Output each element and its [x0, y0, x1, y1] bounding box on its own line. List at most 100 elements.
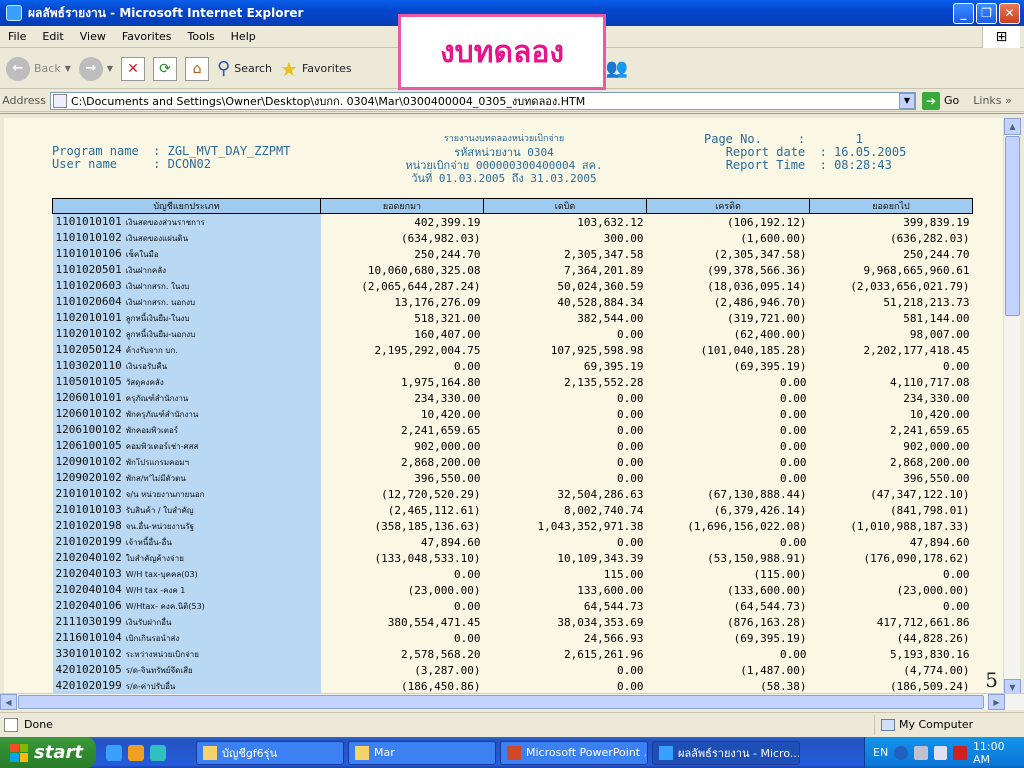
- opening-balance-cell: 396,550.00: [320, 470, 484, 486]
- account-cell: 1101020604 เงินฝากสรก. นอกงบ: [52, 294, 321, 310]
- ati-tray-icon[interactable]: [953, 745, 967, 760]
- debit-cell: 133,600.00: [483, 582, 647, 598]
- slide-number: 5: [985, 668, 998, 692]
- address-url[interactable]: C:\Documents and Settings\Owner\Desktop\…: [71, 92, 899, 110]
- debit-cell: 2,135,552.28: [483, 374, 647, 390]
- menu-favorites[interactable]: Favorites: [114, 30, 180, 43]
- home-icon: ⌂: [185, 56, 210, 81]
- closing-balance-cell: 250,244.70: [809, 246, 973, 262]
- refresh-button[interactable]: ⟳: [153, 56, 178, 81]
- ie-icon: [659, 745, 673, 760]
- credit-cell: (133,600.00): [646, 582, 810, 598]
- account-code: 2101020198: [55, 519, 122, 532]
- messenger-button[interactable]: 👥: [606, 58, 628, 79]
- page-value: : 1: [797, 132, 863, 146]
- account-code: 1102050124: [55, 343, 122, 356]
- monitor-tray-icon[interactable]: [933, 745, 948, 760]
- account-cell: 1206100102 พักคอมพิวเตอร์: [52, 422, 321, 438]
- task-powerpoint[interactable]: Microsoft PowerPoint ...: [500, 740, 648, 765]
- network-tray-icon[interactable]: [913, 745, 928, 760]
- messenger-quicklaunch-icon[interactable]: [150, 744, 166, 761]
- back-button[interactable]: ← Back ▼: [6, 56, 71, 81]
- favorites-button[interactable]: ★ Favorites: [280, 57, 352, 81]
- menu-view[interactable]: View: [72, 30, 114, 43]
- links-button[interactable]: Links »: [973, 94, 1012, 107]
- search-button[interactable]: ⚲ Search: [217, 58, 272, 79]
- address-dropdown-icon[interactable]: ▼: [899, 92, 915, 109]
- table-row: 1101020604 เงินฝากสรก. นอกงบ 13,176,276.09…: [52, 294, 973, 310]
- scroll-up-icon[interactable]: ▲: [1004, 118, 1021, 135]
- col-header-credit: เครดิต: [646, 198, 810, 214]
- task-folder-gf6[interactable]: บัญชีgf6รุ่น: [196, 740, 344, 765]
- closing-balance-cell: (4,774.00): [809, 662, 973, 678]
- closing-balance-cell: (636,282.03): [809, 230, 973, 246]
- stop-button[interactable]: ✕: [121, 56, 146, 81]
- col-header-account: บัญชีแยกประเภท: [52, 198, 321, 214]
- links-label: Links: [973, 94, 1002, 107]
- forward-button[interactable]: → ▼: [78, 56, 113, 81]
- home-button[interactable]: ⌂: [185, 56, 210, 81]
- menu-tools[interactable]: Tools: [180, 30, 223, 43]
- system-tray: EN 11:00 AM: [864, 737, 1024, 768]
- go-button[interactable]: ➔ Go: [922, 91, 959, 110]
- scroll-left-icon[interactable]: ◀: [0, 694, 17, 710]
- debit-cell: 0.00: [483, 678, 647, 693]
- back-dropdown-icon[interactable]: ▼: [65, 64, 71, 73]
- opening-balance-cell: (2,465,112.61): [320, 502, 484, 518]
- address-input[interactable]: C:\Documents and Settings\Owner\Desktop\…: [50, 91, 916, 110]
- minimize-button[interactable]: _: [953, 2, 974, 24]
- credit-cell: (1,600.00): [646, 230, 810, 246]
- start-button[interactable]: start: [0, 737, 96, 768]
- help-tray-icon[interactable]: [894, 745, 908, 760]
- account-cell: 4201020199 ร/ด-ค่าปรับอื่น: [52, 678, 321, 693]
- account-description: พักคอมพิวเตอร์: [125, 426, 179, 435]
- closing-balance-cell: 581,144.00: [809, 310, 973, 326]
- menu-help[interactable]: Help: [223, 30, 264, 43]
- scroll-right-icon[interactable]: ▶: [988, 694, 1005, 710]
- forward-dropdown-icon[interactable]: ▼: [107, 64, 113, 73]
- close-button[interactable]: ✕: [999, 2, 1020, 24]
- go-arrow-icon: ➔: [922, 91, 940, 110]
- opening-balance-cell: 0.00: [320, 598, 484, 614]
- account-description: ลูกหนี้เงินยืม-นอกงบ: [125, 330, 196, 339]
- scroll-down-icon[interactable]: ▼: [1004, 679, 1021, 693]
- menu-edit[interactable]: Edit: [34, 30, 71, 43]
- status-bar: Done My Computer: [0, 712, 1024, 736]
- closing-balance-cell: 0.00: [809, 566, 973, 582]
- opening-balance-cell: 0.00: [320, 630, 484, 646]
- windows-flag-icon: [10, 743, 28, 762]
- opening-balance-cell: 1,975,164.80: [320, 374, 484, 390]
- start-label: start: [34, 742, 83, 763]
- account-cell: 1206010101 ครุภัณฑ์สำนักงาน: [52, 390, 321, 406]
- horizontal-scroll-thumb[interactable]: [18, 695, 984, 709]
- account-code: 1206100102: [55, 423, 122, 436]
- account-description: เงินสดของส่วนราชการ: [125, 218, 205, 227]
- vertical-scroll-thumb[interactable]: [1005, 136, 1020, 316]
- quick-launch: [106, 744, 166, 761]
- menu-file[interactable]: File: [0, 30, 34, 43]
- language-indicator[interactable]: EN: [873, 746, 888, 759]
- browser-content: Program name : ZGL_MVT_DAY_ZZPMT User na…: [0, 113, 1024, 693]
- ie-app-icon[interactable]: [6, 5, 22, 21]
- ie-quicklaunch-icon[interactable]: [106, 744, 122, 761]
- vertical-scrollbar[interactable]: ▲ ▼: [1003, 118, 1021, 693]
- task-internet-explorer[interactable]: ผลลัพธ์รายงาน - Micro...: [652, 740, 800, 765]
- credit-cell: 0.00: [646, 454, 810, 470]
- closing-balance-cell: (23,000.00): [809, 582, 973, 598]
- col-header-opening: ยอดยกมา: [320, 198, 484, 214]
- opening-balance-cell: 10,060,680,325.08: [320, 262, 484, 278]
- account-description: เงินสดของแผ่นดิน: [125, 234, 189, 243]
- search-label: Search: [234, 62, 273, 75]
- account-code: 1101010101: [55, 215, 122, 228]
- zone-label: My Computer: [899, 718, 974, 731]
- task-folder-mar[interactable]: Mar: [348, 740, 496, 765]
- opening-balance-cell: 2,868,200.00: [320, 454, 484, 470]
- maximize-button[interactable]: ❐: [976, 2, 997, 24]
- media-player-quicklaunch-icon[interactable]: [128, 744, 144, 761]
- horizontal-scrollbar[interactable]: ◀ ▶: [0, 693, 1024, 710]
- powerpoint-icon: [507, 745, 521, 760]
- credit-cell: (67,130,888.44): [646, 486, 810, 502]
- debit-cell: 382,544.00: [483, 310, 647, 326]
- closing-balance-cell: 2,241,659.65: [809, 422, 973, 438]
- credit-cell: (64,544.73): [646, 598, 810, 614]
